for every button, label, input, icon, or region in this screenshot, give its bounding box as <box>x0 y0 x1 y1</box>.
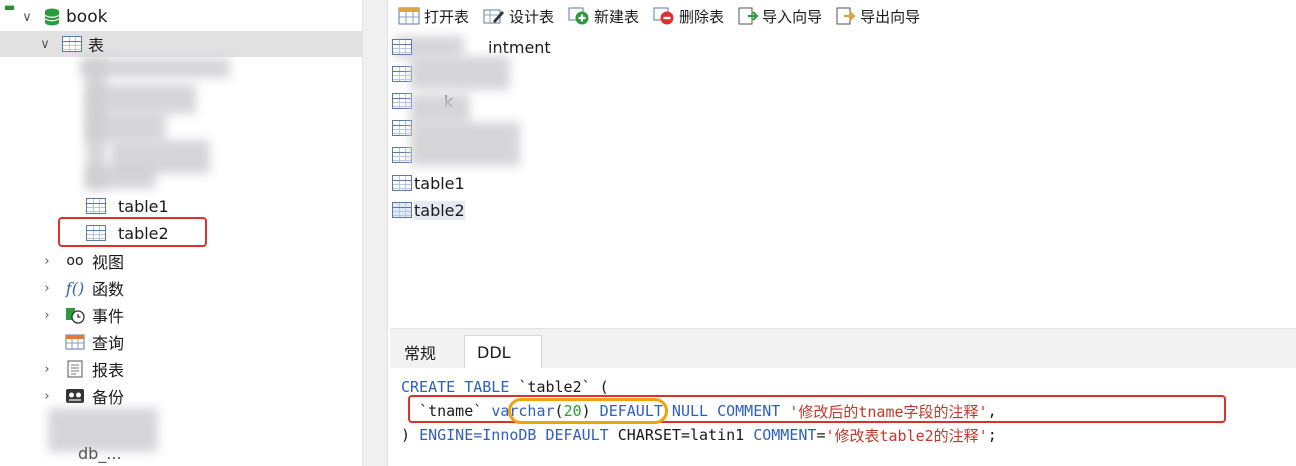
table-icon <box>392 120 412 136</box>
list-item-table1[interactable]: table1 <box>392 170 465 196</box>
ddl-code-view[interactable]: CREATE TABLE `table2` ( `tname` varchar(… <box>390 368 1296 466</box>
panel-splitter[interactable] <box>362 0 388 466</box>
ddl-keyword: ENGINE <box>419 426 474 444</box>
sidebar-item-events[interactable]: › 事件 <box>0 302 362 328</box>
chevron-right-icon[interactable]: › <box>40 362 54 377</box>
table-icon <box>392 202 412 218</box>
redacted-table-icons <box>86 58 106 188</box>
ddl-keyword: DEFAULT <box>545 426 609 444</box>
chevron-right-icon[interactable]: › <box>40 254 54 269</box>
object-toolbar: 打开表 设计表 新建表 删除表 导入向导 导出向导 <box>390 0 1296 32</box>
sidebar-item-table1[interactable]: table1 <box>0 193 362 219</box>
table-icon <box>392 93 412 109</box>
sidebar-item-database-book[interactable]: ∨ book <box>0 4 362 30</box>
reports-label: 报表 <box>92 361 125 380</box>
export-icon <box>836 7 856 25</box>
events-label: 事件 <box>92 307 125 326</box>
open-table-icon <box>398 7 420 25</box>
ddl-text: ) <box>401 426 420 444</box>
ddl-text: `table2` ( <box>509 378 609 396</box>
partial-database-label: db_... <box>78 443 122 463</box>
table-icon <box>86 198 106 214</box>
ddl-engine: =InnoDB <box>473 426 546 444</box>
tab-general-label: 常规 <box>404 344 437 363</box>
delete-red-icon <box>653 7 675 25</box>
new-table-button[interactable]: 新建表 <box>568 6 639 27</box>
ddl-text: = <box>816 426 826 444</box>
new-table-label: 新建表 <box>594 7 640 26</box>
design-table-button[interactable]: 设计表 <box>483 6 554 27</box>
views-label: 视图 <box>92 253 125 272</box>
ddl-charset: CHARSET=latin1 <box>608 426 754 444</box>
table-icon <box>392 147 412 163</box>
table-object-list: intment k table1 table2 <box>390 34 1296 324</box>
design-table-label: 设计表 <box>509 7 555 26</box>
info-tab-bar: 常规 DDL <box>390 328 1296 369</box>
redacted-list-item <box>410 122 520 166</box>
database-name: book <box>66 7 108 27</box>
delete-table-label: 删除表 <box>679 7 725 26</box>
import-wizard-label: 导入向导 <box>762 7 823 26</box>
tab-general[interactable]: 常规 <box>392 335 448 369</box>
add-green-icon <box>568 7 590 25</box>
sidebar-item-tables[interactable]: ∨ 表 <box>0 31 362 57</box>
import-icon <box>738 7 759 25</box>
function-icon: f() <box>65 278 85 298</box>
list-item-label: table1 <box>414 173 465 193</box>
glasses-icon: oo <box>66 253 84 269</box>
chevron-right-icon[interactable]: › <box>40 389 54 404</box>
table-icon <box>392 175 412 191</box>
tab-ddl-label: DDL <box>477 343 511 362</box>
chevron-right-icon[interactable]: › <box>40 281 54 296</box>
queries-label: 查询 <box>92 334 125 353</box>
ddl-keyword: CREATE TABLE <box>401 378 510 396</box>
table1-label: table1 <box>118 196 169 216</box>
backups-label: 备份 <box>92 388 125 407</box>
tab-ddl[interactable]: DDL <box>464 335 542 369</box>
list-item-label: table2 <box>414 200 465 220</box>
ddl-table-comment: '修改表table2的注释' <box>825 426 988 445</box>
sidebar-item-partial-database[interactable]: db_... <box>0 440 362 466</box>
database-icon <box>44 8 60 26</box>
ddl-keyword: COMMENT <box>753 426 817 444</box>
export-wizard-label: 导出向导 <box>860 7 921 26</box>
sidebar-item-queries[interactable]: 查询 <box>0 329 362 355</box>
redacted-list-item <box>410 56 510 90</box>
sidebar-item-functions[interactable]: › f() 函数 <box>0 275 362 301</box>
open-table-button[interactable]: 打开表 <box>398 6 469 27</box>
sidebar-item-views[interactable]: › oo 视图 <box>0 248 362 274</box>
export-wizard-button[interactable]: 导出向导 <box>836 6 920 27</box>
chevron-right-icon[interactable]: › <box>40 308 54 323</box>
ddl-line-3: ) ENGINE =InnoDB DEFAULT CHARSET=latin1 C… <box>401 424 997 446</box>
table2-highlight-box <box>58 217 207 247</box>
functions-label: 函数 <box>92 280 125 299</box>
delete-table-button[interactable]: 删除表 <box>653 6 724 27</box>
design-pencil-icon <box>483 7 505 25</box>
table-icon <box>392 66 412 82</box>
ddl-text: ; <box>987 426 997 444</box>
tables-label: 表 <box>88 36 105 55</box>
list-item-table2[interactable]: table2 <box>392 197 465 223</box>
navigation-sidebar: ▬ ∨ book ∨ 表 table1 table2 › oo 视图 › f()… <box>0 0 362 466</box>
import-wizard-button[interactable]: 导入向导 <box>738 6 822 27</box>
chevron-down-icon[interactable]: ∨ <box>20 10 34 25</box>
query-icon <box>64 334 86 350</box>
event-clock-icon <box>64 306 86 324</box>
table-icon <box>392 39 412 55</box>
open-table-label: 打开表 <box>424 7 470 26</box>
sidebar-item-backups[interactable]: › 备份 <box>0 383 362 409</box>
report-icon <box>64 360 86 378</box>
backup-tape-icon <box>64 388 86 404</box>
sidebar-item-reports[interactable]: › 报表 <box>0 356 362 382</box>
varchar-highlight-oval <box>508 398 668 424</box>
list-item-label: intment <box>488 37 551 57</box>
chevron-down-icon[interactable]: ∨ <box>38 37 52 52</box>
table-group-icon <box>62 36 82 52</box>
redacted-list-item <box>410 94 470 124</box>
